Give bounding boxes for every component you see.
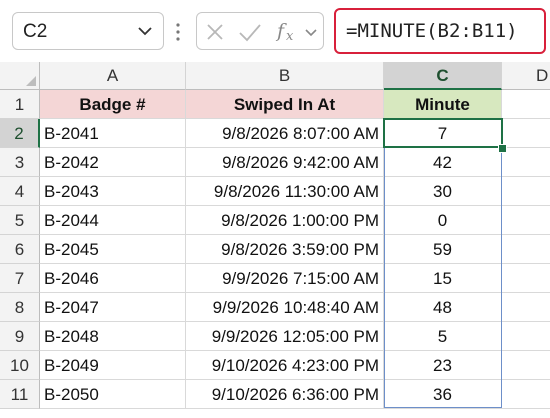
formula-toolbar: C2 f x =MINUTE(B2:B11) <box>0 0 550 62</box>
header-badge[interactable]: Badge # <box>40 90 186 119</box>
row-header-3[interactable]: 3 <box>0 148 40 177</box>
cell-d[interactable] <box>502 206 550 235</box>
row-header-11[interactable]: 11 <box>0 380 40 409</box>
column-header-c[interactable]: C <box>384 62 502 90</box>
cell-d[interactable] <box>502 119 550 148</box>
minute-cell[interactable]: 7 <box>384 119 502 148</box>
badge-cell[interactable]: B-2047 <box>40 293 186 322</box>
swiped-cell[interactable]: 9/8/2026 1:00:00 PM <box>186 206 384 235</box>
row-header-10[interactable]: 10 <box>0 351 40 380</box>
name-box-value: C2 <box>23 21 48 42</box>
minute-cell[interactable]: 42 <box>384 148 502 177</box>
cell-d[interactable] <box>502 148 550 177</box>
row-header-4[interactable]: 4 <box>0 177 40 206</box>
swiped-cell[interactable]: 9/8/2026 11:30:00 AM <box>186 177 384 206</box>
minute-cell[interactable]: 36 <box>384 380 502 409</box>
row-header-6[interactable]: 6 <box>0 235 40 264</box>
check-icon[interactable] <box>237 20 263 49</box>
badge-cell[interactable]: B-2045 <box>40 235 186 264</box>
worksheet-grid: A B C D 1 Badge # Swiped In At Minute 2 … <box>0 62 550 418</box>
badge-cell[interactable]: B-2046 <box>40 264 186 293</box>
swiped-cell[interactable]: 9/9/2026 10:48:40 AM <box>186 293 384 322</box>
cell-d[interactable] <box>502 177 550 206</box>
cell-d1[interactable] <box>502 90 550 119</box>
swiped-cell[interactable]: 9/8/2026 8:07:00 AM <box>186 119 384 148</box>
name-box[interactable]: C2 <box>12 12 164 50</box>
swiped-cell[interactable]: 9/10/2026 4:23:00 PM <box>186 351 384 380</box>
badge-cell[interactable]: B-2041 <box>40 119 186 148</box>
cell-d[interactable] <box>502 293 550 322</box>
minute-cell[interactable]: 0 <box>384 206 502 235</box>
formula-text: =MINUTE(B2:B11) <box>346 20 518 42</box>
badge-cell[interactable]: B-2044 <box>40 206 186 235</box>
fill-handle[interactable] <box>498 144 507 153</box>
x-icon[interactable] <box>203 20 227 49</box>
formula-input[interactable]: =MINUTE(B2:B11) <box>334 8 546 54</box>
badge-cell[interactable]: B-2042 <box>40 148 186 177</box>
swiped-cell[interactable]: 9/9/2026 12:05:00 PM <box>186 322 384 351</box>
column-header-b[interactable]: B <box>186 62 384 90</box>
cell-d[interactable] <box>502 264 550 293</box>
minute-cell[interactable]: 30 <box>384 177 502 206</box>
cell-d[interactable] <box>502 322 550 351</box>
badge-cell[interactable]: B-2049 <box>40 351 186 380</box>
swiped-cell[interactable]: 9/8/2026 3:59:00 PM <box>186 235 384 264</box>
minute-cell[interactable]: 15 <box>384 264 502 293</box>
cell-d[interactable] <box>502 380 550 409</box>
minute-cell[interactable]: 23 <box>384 351 502 380</box>
header-swiped-in-at[interactable]: Swiped In At <box>186 90 384 119</box>
minute-cell[interactable]: 48 <box>384 293 502 322</box>
column-header-a[interactable]: A <box>40 62 186 90</box>
swiped-cell[interactable]: 9/9/2026 7:15:00 AM <box>186 264 384 293</box>
row-header-2[interactable]: 2 <box>0 119 40 148</box>
chevron-down-icon[interactable] <box>303 20 319 49</box>
chevron-down-icon[interactable] <box>134 19 156 43</box>
vertical-dots-icon[interactable] <box>172 22 184 42</box>
cell-d[interactable] <box>502 351 550 380</box>
minute-cell[interactable]: 59 <box>384 235 502 264</box>
swiped-cell[interactable]: 9/8/2026 9:42:00 AM <box>186 148 384 177</box>
svg-text:x: x <box>286 29 294 44</box>
row-header-1[interactable]: 1 <box>0 90 40 119</box>
column-header-d[interactable]: D <box>502 62 550 90</box>
row-header-9[interactable]: 9 <box>0 322 40 351</box>
cell-d[interactable] <box>502 235 550 264</box>
row-header-7[interactable]: 7 <box>0 264 40 293</box>
header-minute[interactable]: Minute <box>384 90 502 119</box>
formula-actions: f x <box>196 12 324 50</box>
swiped-cell[interactable]: 9/10/2026 6:36:00 PM <box>186 380 384 409</box>
row-header-5[interactable]: 5 <box>0 206 40 235</box>
badge-cell[interactable]: B-2048 <box>40 322 186 351</box>
row-header-8[interactable]: 8 <box>0 293 40 322</box>
badge-cell[interactable]: B-2050 <box>40 380 186 409</box>
fx-icon[interactable]: f x <box>275 18 301 49</box>
select-all-corner[interactable] <box>0 62 40 90</box>
minute-cell[interactable]: 5 <box>384 322 502 351</box>
badge-cell[interactable]: B-2043 <box>40 177 186 206</box>
